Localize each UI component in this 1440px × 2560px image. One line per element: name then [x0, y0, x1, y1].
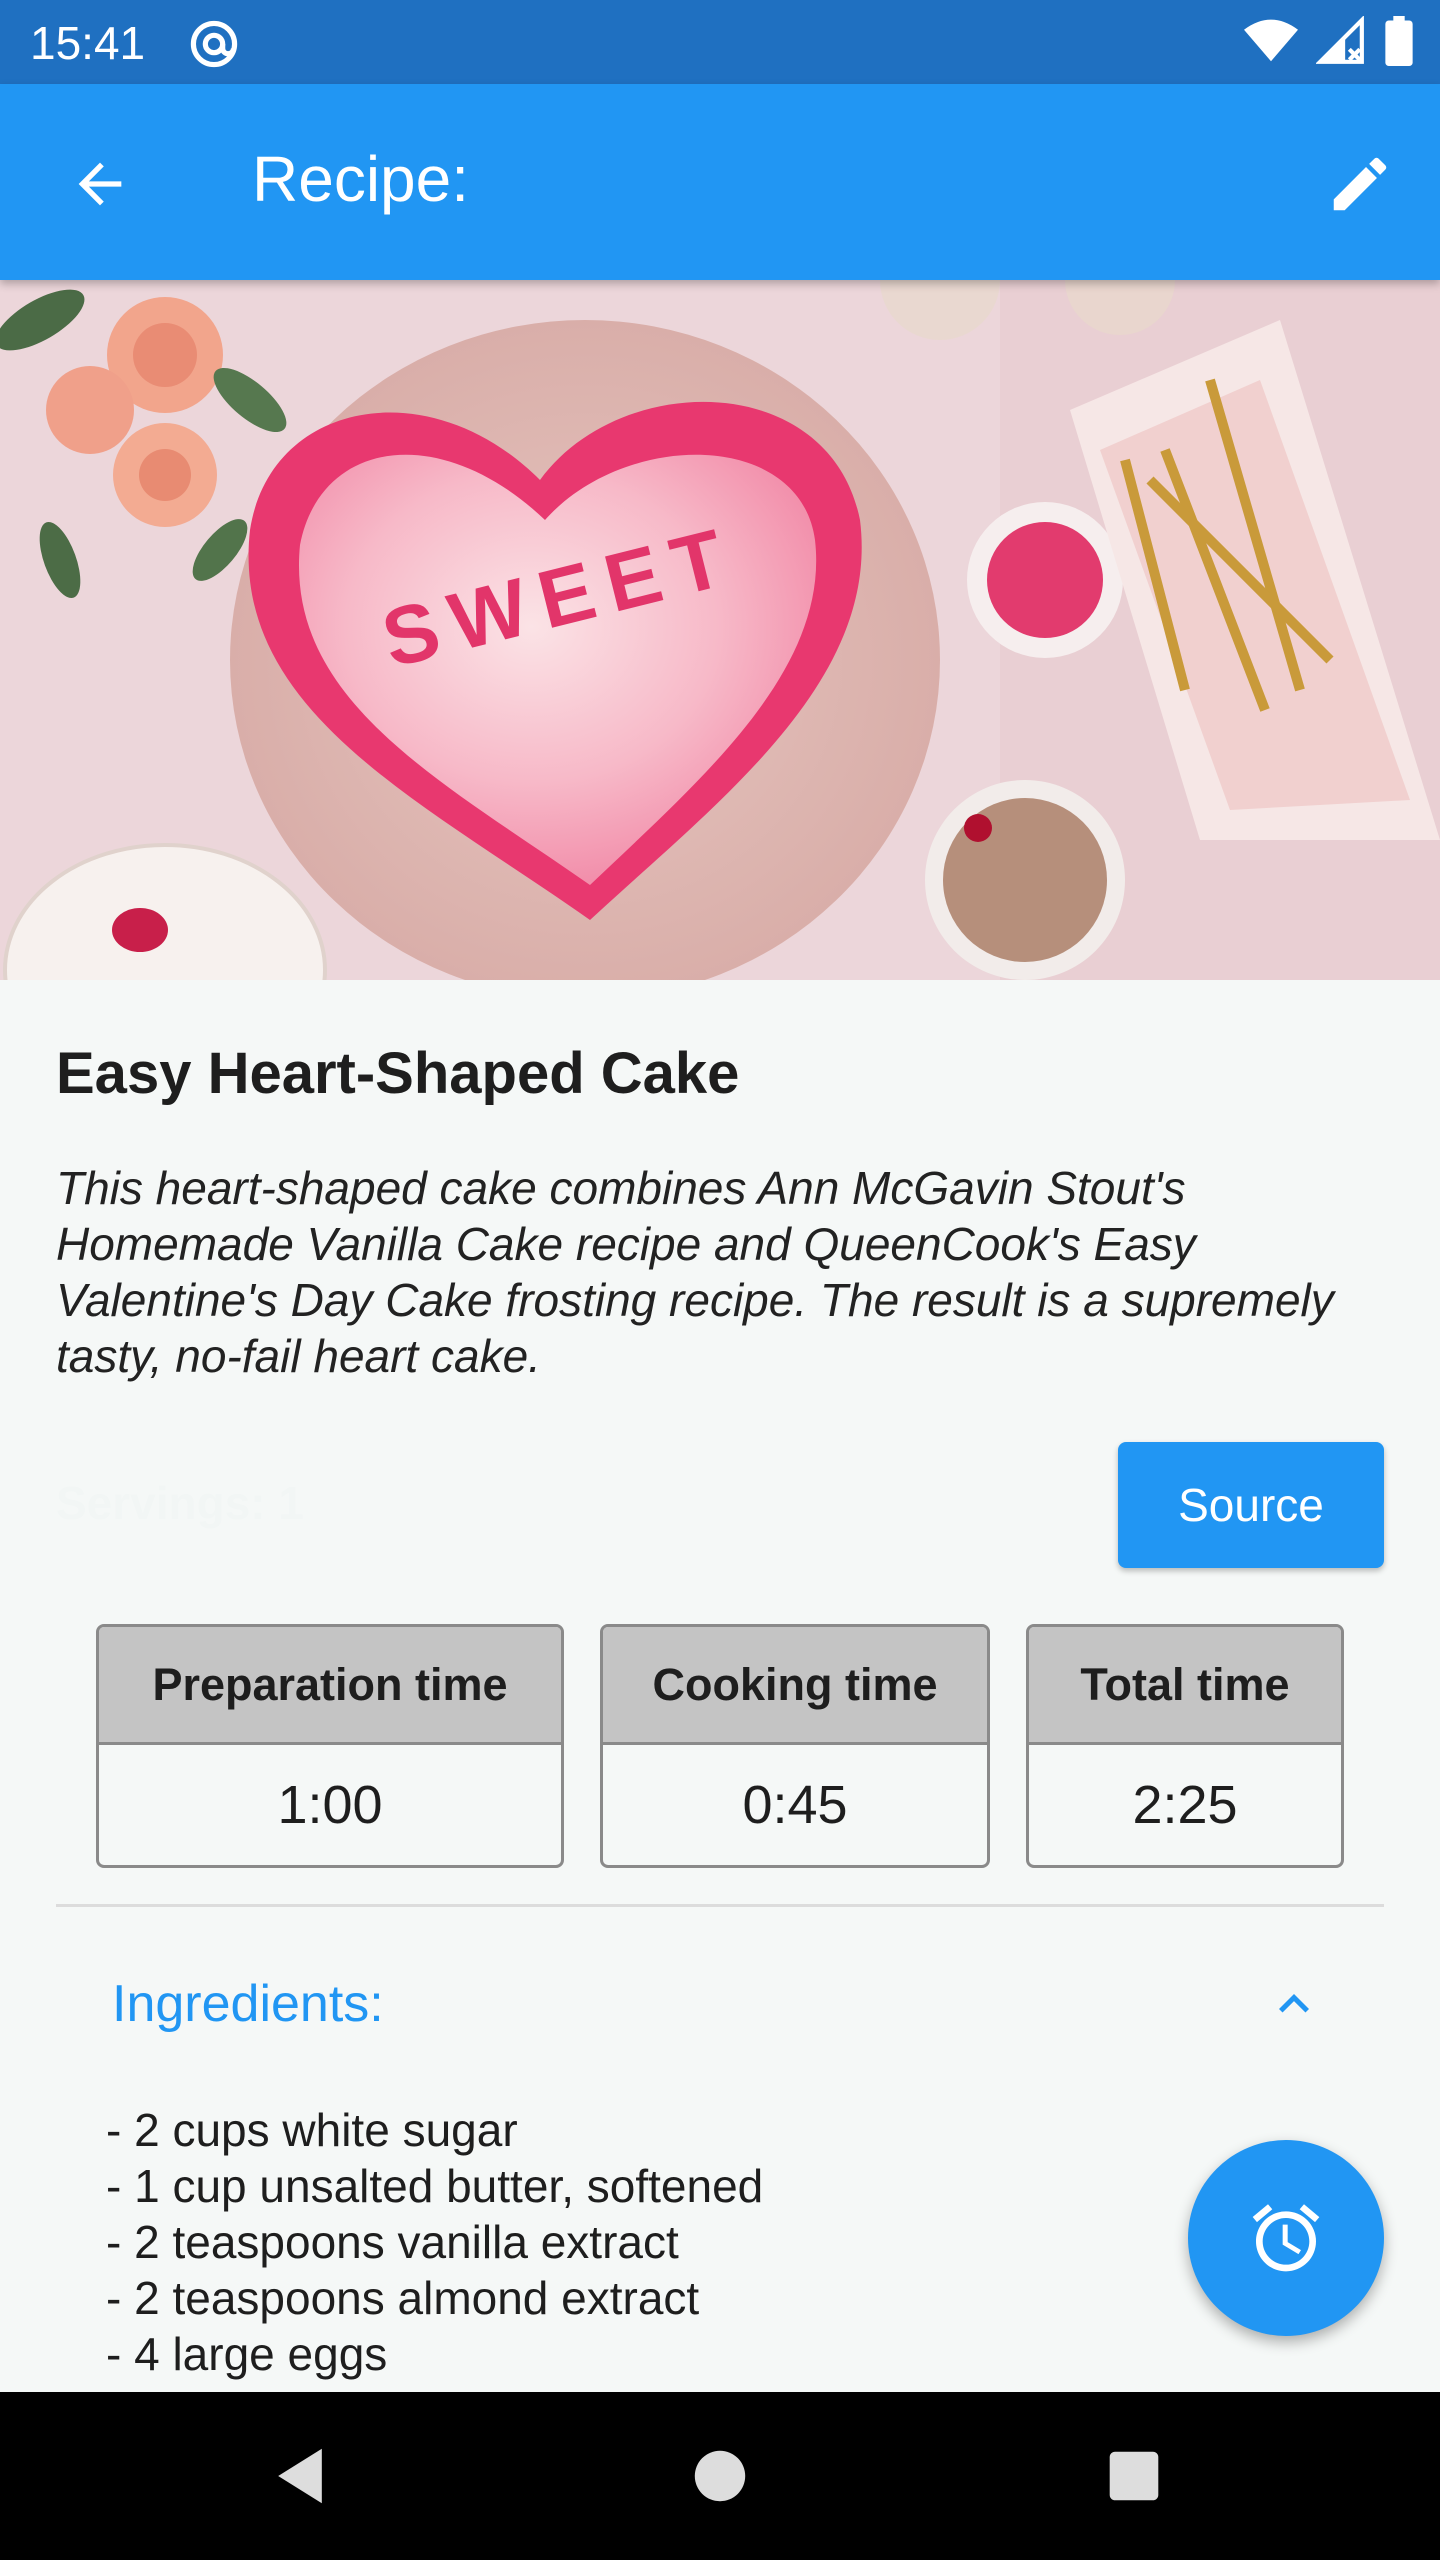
cellular-signal-icon	[1316, 16, 1364, 64]
recents-square-icon	[1109, 2451, 1159, 2501]
timer-fab-button[interactable]	[1188, 2140, 1384, 2336]
ingredient-item: - 2 teaspoons almond extract	[106, 2272, 700, 2324]
nav-home-button[interactable]	[680, 2436, 760, 2516]
at-sign-icon	[190, 20, 238, 68]
back-triangle-icon	[278, 2448, 322, 2504]
back-button[interactable]	[60, 144, 140, 224]
recipe-title: Easy Heart-Shaped Cake	[56, 1041, 740, 1106]
chevron-up-icon[interactable]	[1264, 1974, 1324, 2034]
ingredient-item: - 4 large eggs	[106, 2328, 388, 2380]
alarm-clock-icon	[1252, 2204, 1320, 2272]
nav-back-button[interactable]	[260, 2436, 340, 2516]
ingredient-item: - 1 cup unsalted butter, softened	[106, 2160, 764, 2212]
ingredient-list: - 2 cups white sugar - 1 cup unsalted bu…	[106, 2102, 1106, 2382]
recipe-description: This heart-shaped cake combines Ann McGa…	[56, 1162, 1334, 1382]
ingredient-item: - 2 cups white sugar	[106, 2104, 518, 2156]
ingredients-title: Ingredients:	[112, 1975, 384, 2033]
arrow-back-icon	[78, 162, 122, 206]
total-time-label: Total time	[1029, 1627, 1341, 1745]
wifi-icon	[1244, 19, 1298, 62]
page-title: Recipe:	[252, 143, 469, 215]
status-bar: 15:41	[0, 0, 1440, 84]
cook-time-label: Cooking time	[603, 1627, 987, 1745]
edit-button[interactable]	[1320, 144, 1400, 224]
home-circle-icon	[694, 2450, 746, 2502]
total-time-card: Total time 2:25	[1026, 1624, 1344, 1868]
recipe-image: SWEET	[0, 280, 1440, 980]
prep-time-label: Preparation time	[99, 1627, 561, 1745]
system-nav-bar	[0, 2392, 1440, 2560]
edit-pencil-icon	[1333, 157, 1387, 211]
divider	[56, 1904, 1384, 1907]
cook-time-value: 0:45	[742, 1775, 848, 1835]
nav-recents-button[interactable]	[1094, 2436, 1174, 2516]
status-time: 15:41	[30, 17, 146, 69]
ingredients-expander[interactable]: Ingredients:	[56, 1940, 1384, 2070]
app-bar: Recipe:	[0, 84, 1440, 280]
cook-time-card: Cooking time 0:45	[600, 1624, 990, 1868]
prep-time-value: 1:00	[277, 1775, 383, 1835]
servings-label: Servings: 1	[56, 1477, 304, 1529]
source-button[interactable]: Source	[1118, 1442, 1384, 1568]
ingredient-item: - 2 teaspoons vanilla extract	[106, 2216, 679, 2268]
battery-icon	[1385, 16, 1413, 66]
prep-time-card: Preparation time 1:00	[96, 1624, 564, 1868]
total-time-value: 2:25	[1132, 1775, 1238, 1835]
